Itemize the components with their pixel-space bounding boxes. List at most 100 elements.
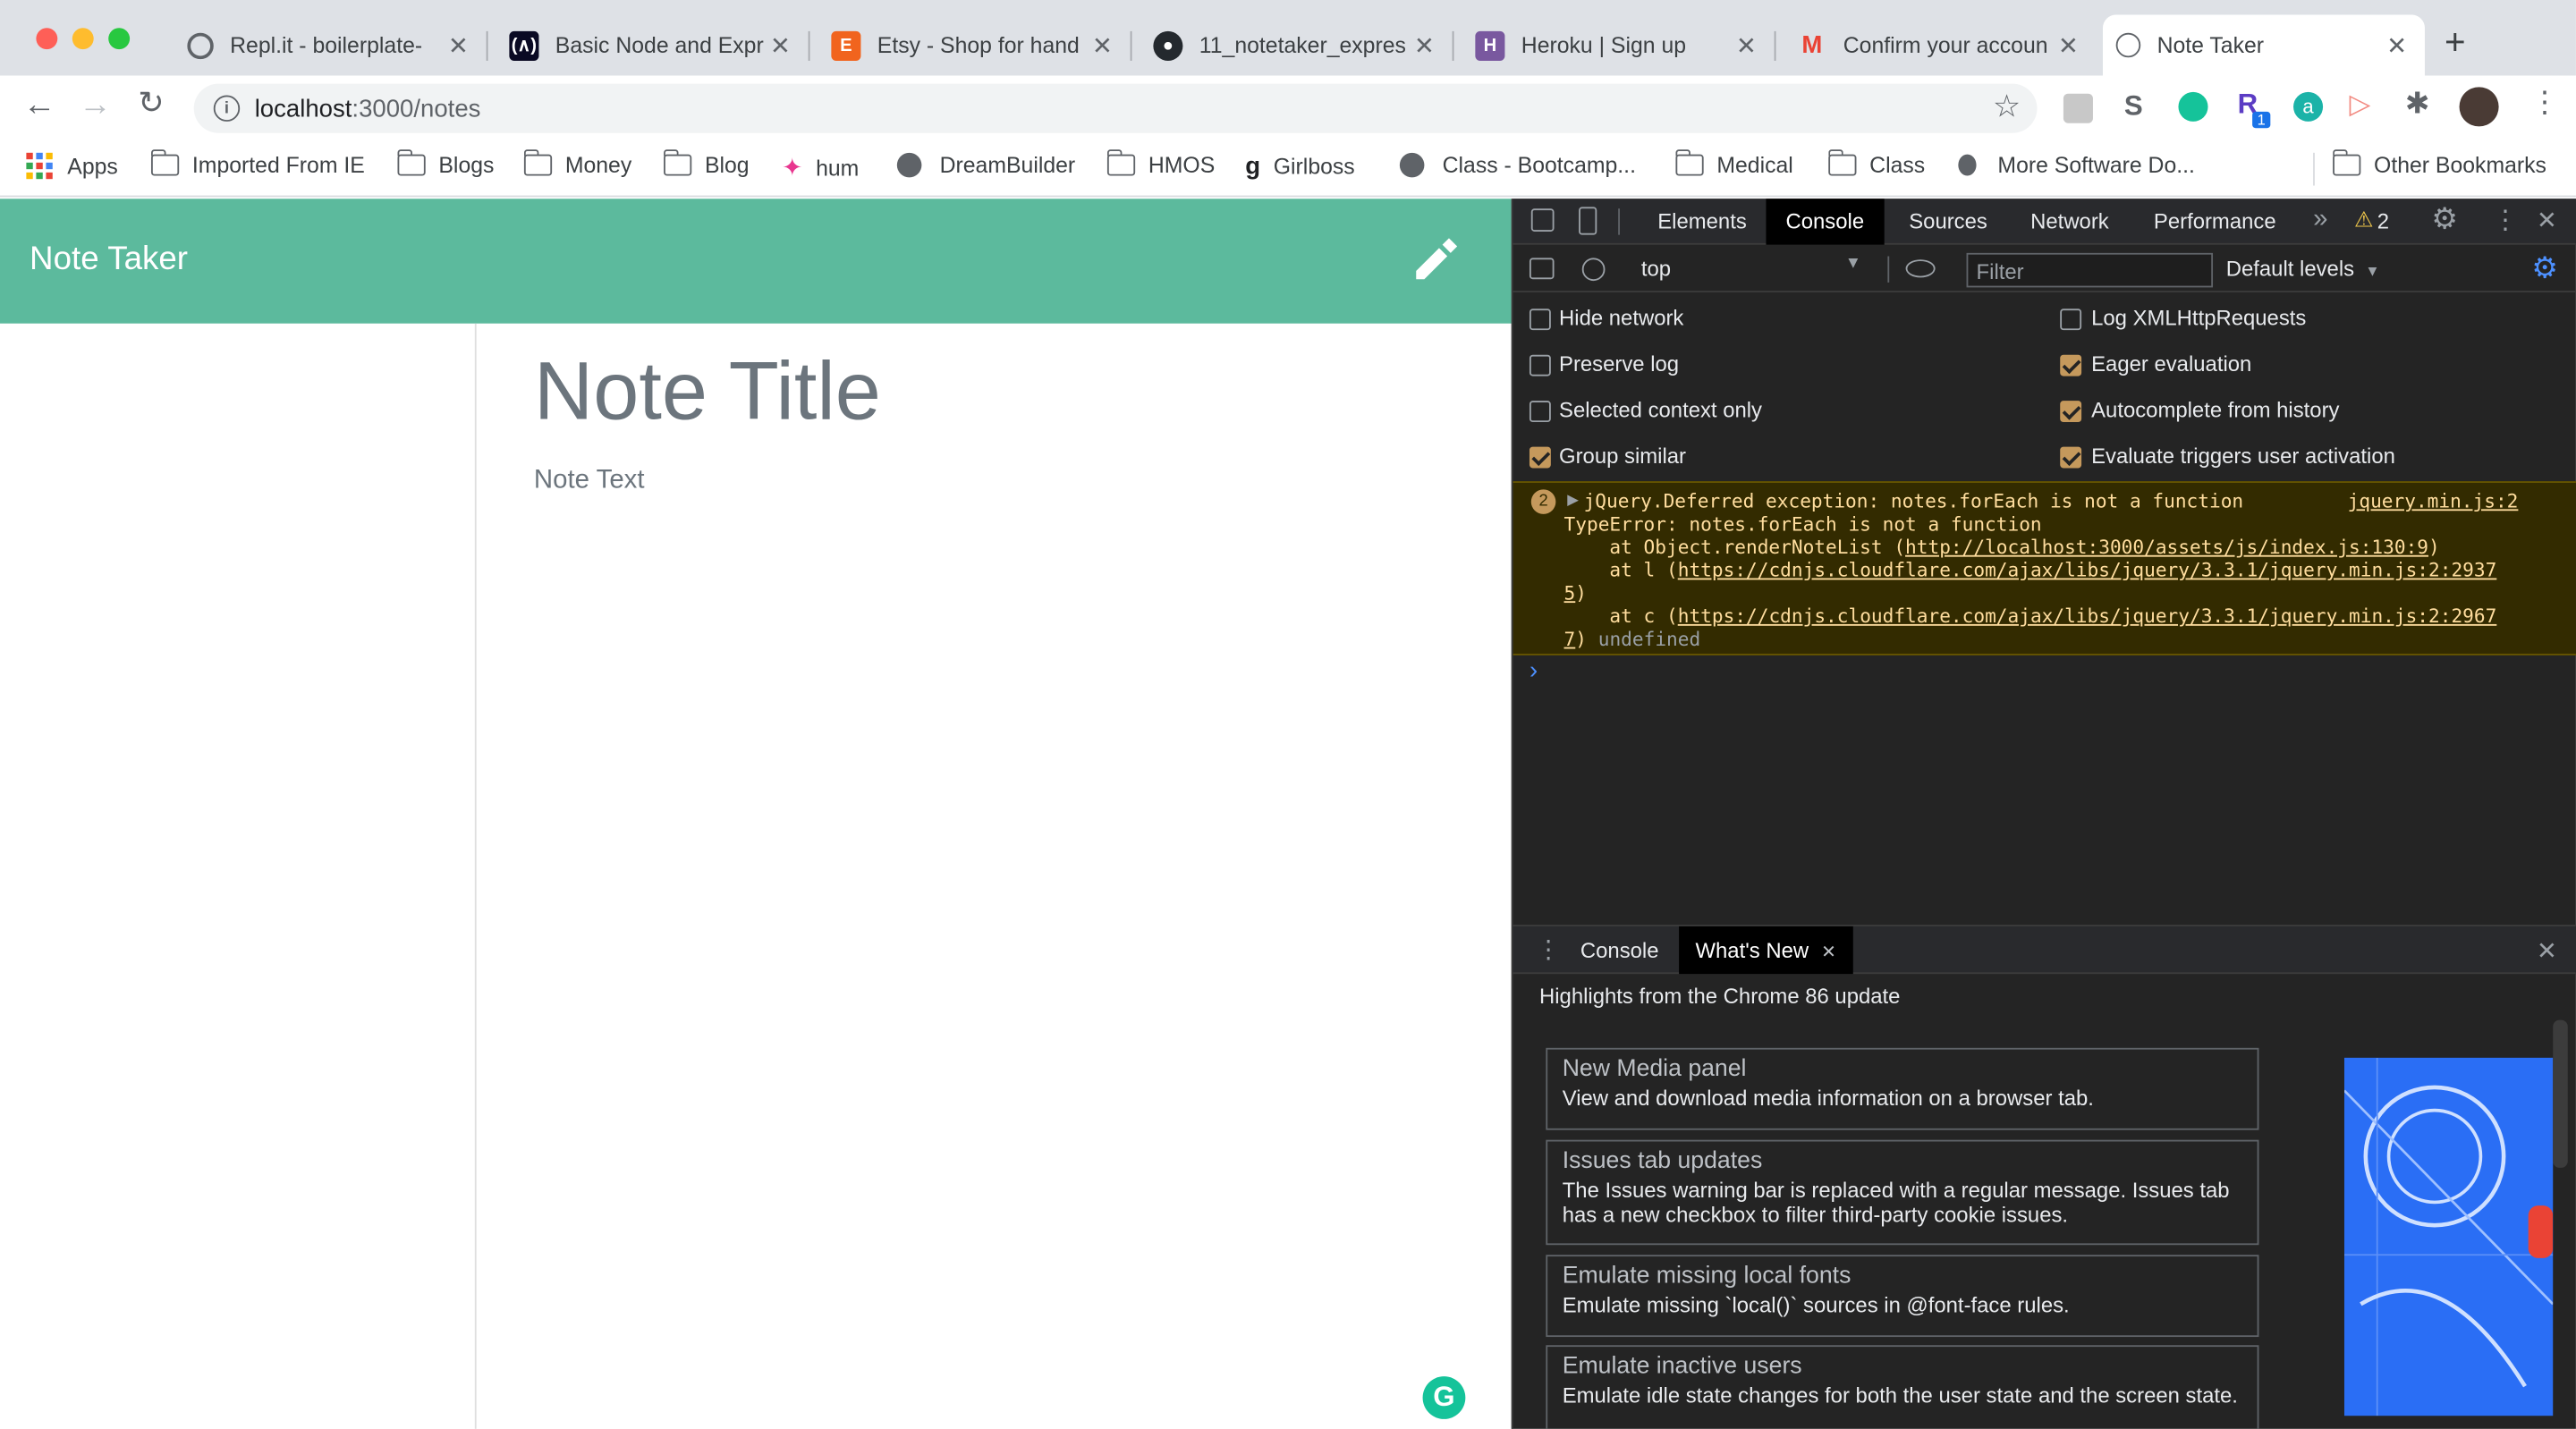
console-settings-icon[interactable]: ⚙: [2531, 251, 2558, 286]
evaluate-triggers-checkbox[interactable]: [2060, 446, 2082, 469]
folder-icon: [1106, 149, 1136, 176]
drawer-tab-console[interactable]: Console: [1580, 938, 1659, 963]
close-drawer-icon[interactable]: ✕: [2537, 936, 2557, 966]
preserve-log-checkbox[interactable]: [1529, 354, 1551, 376]
clear-console-icon[interactable]: [1581, 258, 1606, 282]
hide-network-checkbox[interactable]: [1529, 309, 1551, 331]
whats-new-item[interactable]: New Media panel View and download media …: [1546, 1047, 2259, 1130]
group-similar-checkbox[interactable]: [1529, 446, 1551, 469]
stack-link-index-js[interactable]: http://localhost:3000/assets/js/index.js…: [1905, 536, 2428, 559]
bookmark-hum[interactable]: ✦ hum: [782, 153, 859, 182]
item-title: Emulate missing local fonts: [1562, 1263, 1852, 1289]
expand-triangle-icon[interactable]: ▶: [1567, 491, 1579, 509]
close-tab-icon[interactable]: ✕: [1088, 30, 1117, 60]
devtools-tab-console[interactable]: Console: [1766, 199, 1885, 245]
reload-icon[interactable]: ↻: [138, 86, 164, 123]
console-filter-input[interactable]: Filter: [1966, 252, 2214, 288]
skillshare-icon[interactable]: S: [2124, 90, 2143, 123]
note-title-input[interactable]: Note Title: [534, 343, 881, 439]
whats-new-item[interactable]: Emulate inactive users Emulate idle stat…: [1546, 1345, 2259, 1429]
bookmark-class-bootcamp[interactable]: Class - Bootcamp...: [1399, 152, 1636, 178]
bookmark-apps[interactable]: Apps: [26, 152, 118, 180]
bookmark-star-icon[interactable]: ☆: [1993, 89, 2021, 126]
warning-icon[interactable]: ⚠: [2354, 207, 2373, 233]
extensions-puzzle-icon[interactable]: ✱: [2405, 87, 2430, 122]
autocomplete-history-checkbox[interactable]: [2060, 401, 2082, 423]
tab-note-taker[interactable]: Note Taker ✕: [2102, 14, 2425, 76]
selected-context-checkbox[interactable]: [1529, 401, 1551, 423]
close-tab-icon[interactable]: ✕: [444, 30, 473, 60]
close-tab-icon[interactable]: ✕: [2054, 30, 2083, 60]
more-tabs-icon[interactable]: »: [2313, 206, 2327, 235]
cast-icon[interactable]: ▷: [2349, 89, 2370, 122]
grammarly-icon[interactable]: [2178, 91, 2208, 122]
device-toolbar-icon[interactable]: [1579, 207, 1597, 235]
devtools-tab-performance[interactable]: Performance: [2154, 208, 2276, 233]
log-xhr-checkbox[interactable]: [2060, 309, 2082, 331]
stack-link-jquery-l[interactable]: https://cdnjs.cloudflare.com/ajax/libs/j…: [1678, 558, 2497, 581]
drawer-scrollbar[interactable]: [2553, 1019, 2568, 1168]
note-text-input[interactable]: Note Text: [534, 467, 645, 496]
bookmark-more-software[interactable]: More Software Do...: [1958, 153, 2195, 177]
devtools-tab-elements[interactable]: Elements: [1657, 208, 1747, 233]
drawer-tab-whats-new[interactable]: What's New ✕: [1679, 926, 1853, 975]
bookmark-blog[interactable]: Blog: [664, 149, 750, 177]
close-window-button[interactable]: [36, 28, 58, 50]
eager-evaluation-checkbox[interactable]: [2060, 354, 2082, 376]
bookmark-other-bookmarks[interactable]: Other Bookmarks: [2333, 149, 2546, 177]
sidebar-toggle-icon[interactable]: [1529, 258, 1555, 280]
back-icon[interactable]: ←: [23, 87, 56, 124]
app-brand[interactable]: Note Taker: [30, 241, 188, 279]
profile-avatar[interactable]: [2459, 87, 2499, 127]
close-tab-icon[interactable]: ✕: [2382, 30, 2411, 60]
settings-gear-icon[interactable]: ⚙: [2431, 202, 2458, 237]
tab-basic-node[interactable]: (∧) Basic Node and Expr ✕: [496, 15, 810, 76]
bookmark-medical[interactable]: Medical: [1675, 149, 1793, 177]
minimize-window-button[interactable]: [72, 28, 94, 50]
close-tab-icon[interactable]: ✕: [766, 30, 795, 60]
extension-icon[interactable]: [2063, 93, 2093, 123]
close-tab-icon[interactable]: ✕: [1732, 30, 1761, 60]
drawer-menu-icon[interactable]: ⋮: [1536, 934, 1561, 964]
tab-heroku[interactable]: H Heroku | Sign up ✕: [1462, 15, 1776, 76]
close-tab-icon[interactable]: ✕: [1821, 943, 1836, 962]
message-source-link[interactable]: jquery.min.js:2: [2348, 489, 2519, 512]
tab-github[interactable]: ● 11_notetaker_expres ✕: [1140, 15, 1454, 76]
bookmark-blogs[interactable]: Blogs: [397, 149, 494, 177]
whats-new-item[interactable]: Issues tab updates The Issues warning ba…: [1546, 1139, 2259, 1246]
bookmark-label: Class: [1869, 152, 1926, 178]
bookmark-hmos[interactable]: HMOS: [1106, 149, 1215, 177]
new-note-pencil-icon[interactable]: [1410, 235, 1459, 284]
console-prompt[interactable]: ›: [1530, 657, 2548, 685]
amazon-assistant-icon[interactable]: a: [2293, 91, 2324, 122]
bookmark-dreambuilder[interactable]: DreamBuilder: [896, 152, 1075, 178]
new-tab-button[interactable]: +: [2445, 21, 2466, 64]
stack-link-wrap[interactable]: 5: [1564, 581, 1576, 605]
devtools-tab-network[interactable]: Network: [2030, 208, 2109, 233]
tab-gmail[interactable]: M Confirm your accoun ✕: [1784, 15, 2097, 76]
bookmark-imported-from-ie[interactable]: Imported From IE: [150, 149, 365, 177]
close-tab-icon[interactable]: ✕: [1410, 30, 1439, 60]
close-devtools-icon[interactable]: ✕: [2537, 206, 2557, 234]
bookmark-money[interactable]: Money: [523, 149, 631, 177]
whats-new-item[interactable]: Emulate missing local fonts Emulate miss…: [1546, 1255, 2259, 1338]
bookmark-girlboss[interactable]: g Girlboss: [1245, 153, 1354, 181]
maximize-window-button[interactable]: [108, 28, 131, 50]
console-warning-message[interactable]: 2 ▶ jQuery.Deferred exception: notes.for…: [1513, 481, 2576, 655]
grammarly-icon[interactable]: G: [1422, 1376, 1466, 1419]
menu-kebab-icon[interactable]: ⋮: [2530, 86, 2560, 121]
tab-etsy[interactable]: E Etsy - Shop for hand ✕: [818, 15, 1132, 76]
stack-link-wrap[interactable]: 7: [1564, 628, 1576, 651]
live-expression-eye-icon[interactable]: [1905, 259, 1936, 278]
forward-icon[interactable]: →: [79, 87, 112, 124]
address-bar[interactable]: i localhost:3000/notes ☆: [193, 83, 2038, 133]
devtools-tab-sources[interactable]: Sources: [1909, 208, 1987, 233]
inspect-element-icon[interactable]: [1530, 208, 1555, 232]
tab-replit[interactable]: Repl.it - boilerplate- ✕: [174, 15, 488, 76]
log-levels-dropdown[interactable]: Default levels ▼: [2226, 257, 2380, 282]
bookmark-class[interactable]: Class: [1828, 149, 1926, 178]
devtools-menu-icon[interactable]: ⋮: [2492, 204, 2518, 237]
stack-link-jquery-c[interactable]: https://cdnjs.cloudflare.com/ajax/libs/j…: [1678, 605, 2497, 628]
tab-title: 11_notetaker_expres: [1199, 32, 1406, 58]
context-selector[interactable]: top ▼: [1628, 255, 1875, 284]
